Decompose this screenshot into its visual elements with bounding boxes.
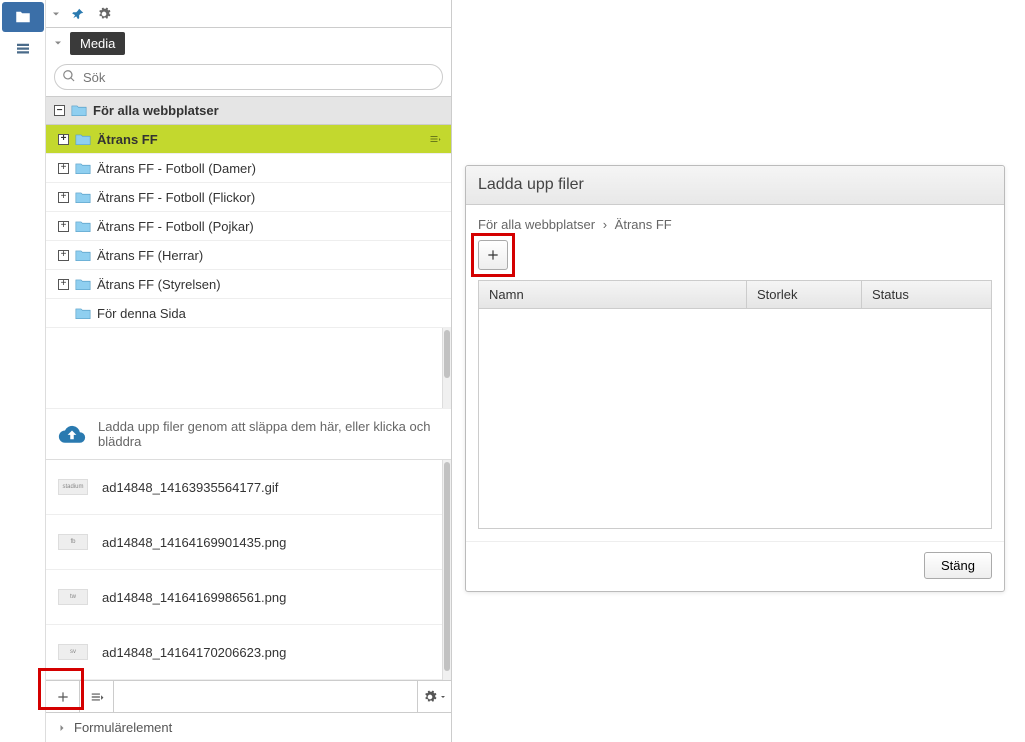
gear-icon[interactable] bbox=[94, 4, 114, 24]
folder-icon bbox=[75, 162, 91, 175]
accordion-label: Formulärelement bbox=[74, 720, 172, 735]
tree-item[interactable]: + Ätrans FF - Fotboll (Damer) bbox=[46, 154, 451, 183]
menu-icon[interactable] bbox=[427, 133, 443, 145]
tree-item[interactable]: + Ätrans FF - Fotboll (Flickor) bbox=[46, 183, 451, 212]
tree-item-label: Ätrans FF (Herrar) bbox=[97, 248, 203, 263]
list-options-button[interactable] bbox=[80, 681, 114, 713]
media-panel: Media − För alla webbplatser +Ätrans FF+… bbox=[46, 0, 452, 742]
expand-icon[interactable]: + bbox=[58, 134, 69, 145]
search-row bbox=[46, 58, 451, 96]
file-name: ad14848_14163935564177.gif bbox=[102, 480, 278, 495]
expand-icon[interactable]: + bbox=[58, 163, 69, 174]
accordion-formularelement[interactable]: Formulärelement bbox=[46, 712, 451, 742]
upload-hint-text: Ladda upp filer genom att släppa dem här… bbox=[98, 419, 439, 449]
upload-table-body bbox=[478, 309, 992, 529]
chevron-right-icon bbox=[56, 722, 68, 734]
expand-icon[interactable]: + bbox=[58, 221, 69, 232]
expand-icon[interactable]: + bbox=[58, 279, 69, 290]
col-name: Namn bbox=[479, 281, 747, 308]
upload-hint[interactable]: Ladda upp filer genom att släppa dem här… bbox=[46, 408, 451, 459]
col-size: Storlek bbox=[747, 281, 862, 308]
file-row[interactable]: stadium ad14848_14163935564177.gif bbox=[46, 460, 451, 515]
bottom-toolbar bbox=[46, 680, 451, 712]
tree-item[interactable]: + Ätrans FF (Styrelsen) bbox=[46, 270, 451, 299]
folder-icon bbox=[75, 133, 91, 146]
tree-item[interactable]: + Ätrans FF - Fotboll (Pojkar) bbox=[46, 212, 451, 241]
folder-icon bbox=[75, 278, 91, 291]
folder-tree: + Ätrans FF + Ätrans FF - Fotboll (Damer) + Ä… bbox=[46, 125, 451, 328]
file-row[interactable]: tw ad14848_14164169986561.png bbox=[46, 570, 451, 625]
file-list: stadium ad14848_14163935564177.giffb ad148… bbox=[46, 459, 451, 680]
col-status: Status bbox=[862, 281, 991, 308]
file-thumbnail: sv bbox=[58, 644, 88, 660]
expand-icon[interactable]: + bbox=[58, 250, 69, 261]
upload-table-header: Namn Storlek Status bbox=[478, 280, 992, 309]
pin-icon[interactable] bbox=[68, 4, 88, 24]
collapse-icon[interactable]: − bbox=[54, 105, 65, 116]
file-row[interactable]: sv ad14848_14164170206623.png bbox=[46, 625, 451, 680]
highlight-marker bbox=[38, 668, 84, 710]
file-thumbnail: stadium bbox=[58, 479, 88, 495]
settings-button[interactable] bbox=[417, 681, 451, 713]
file-name: ad14848_14164170206623.png bbox=[102, 645, 286, 660]
icon-rail bbox=[0, 0, 46, 742]
tree-item-label: Ätrans FF - Fotboll (Flickor) bbox=[97, 190, 255, 205]
rail-list-icon[interactable] bbox=[2, 34, 44, 64]
tree-item-label: Ätrans FF bbox=[97, 132, 158, 147]
search-icon bbox=[62, 69, 76, 83]
file-row[interactable]: fb ad14848_14164169901435.png bbox=[46, 515, 451, 570]
tree-root-label: För alla webbplatser bbox=[93, 103, 219, 118]
upload-dialog: Ladda upp filer För alla webbplatser › Ä… bbox=[465, 165, 1005, 592]
rail-folder-icon[interactable] bbox=[2, 2, 44, 32]
folder-icon bbox=[75, 220, 91, 233]
tree-item-label: Ätrans FF - Fotboll (Pojkar) bbox=[97, 219, 254, 234]
chevron-down-icon[interactable] bbox=[50, 8, 62, 20]
file-name: ad14848_14164169901435.png bbox=[102, 535, 286, 550]
tree-item[interactable]: + Ätrans FF bbox=[46, 125, 451, 154]
highlight-marker bbox=[471, 233, 515, 277]
dialog-title: Ladda upp filer bbox=[466, 166, 1004, 205]
file-thumbnail: tw bbox=[58, 589, 88, 605]
cloud-upload-icon bbox=[58, 423, 86, 445]
gear-icon bbox=[423, 690, 437, 704]
breadcrumb: Media bbox=[46, 28, 451, 58]
folder-icon bbox=[75, 307, 91, 320]
folder-icon bbox=[75, 191, 91, 204]
chevron-down-icon[interactable] bbox=[52, 37, 64, 49]
folder-icon bbox=[75, 249, 91, 262]
tree-item-label: För denna Sida bbox=[97, 306, 186, 321]
dialog-breadcrumb: För alla webbplatser › Ätrans FF bbox=[478, 217, 992, 232]
tree-item-label: Ätrans FF (Styrelsen) bbox=[97, 277, 221, 292]
folder-icon bbox=[71, 104, 87, 117]
tree-item-label: Ätrans FF - Fotboll (Damer) bbox=[97, 161, 256, 176]
expand-icon[interactable]: + bbox=[58, 192, 69, 203]
panel-top-bar bbox=[46, 0, 451, 28]
search-input[interactable] bbox=[54, 64, 443, 90]
tree-root[interactable]: − För alla webbplatser bbox=[46, 96, 451, 125]
close-button[interactable]: Stäng bbox=[924, 552, 992, 579]
tree-item[interactable]: +För denna Sida bbox=[46, 299, 451, 328]
lines-icon bbox=[90, 690, 104, 704]
breadcrumb-media[interactable]: Media bbox=[70, 32, 125, 55]
tree-item[interactable]: + Ätrans FF (Herrar) bbox=[46, 241, 451, 270]
file-thumbnail: fb bbox=[58, 534, 88, 550]
file-name: ad14848_14164169986561.png bbox=[102, 590, 286, 605]
